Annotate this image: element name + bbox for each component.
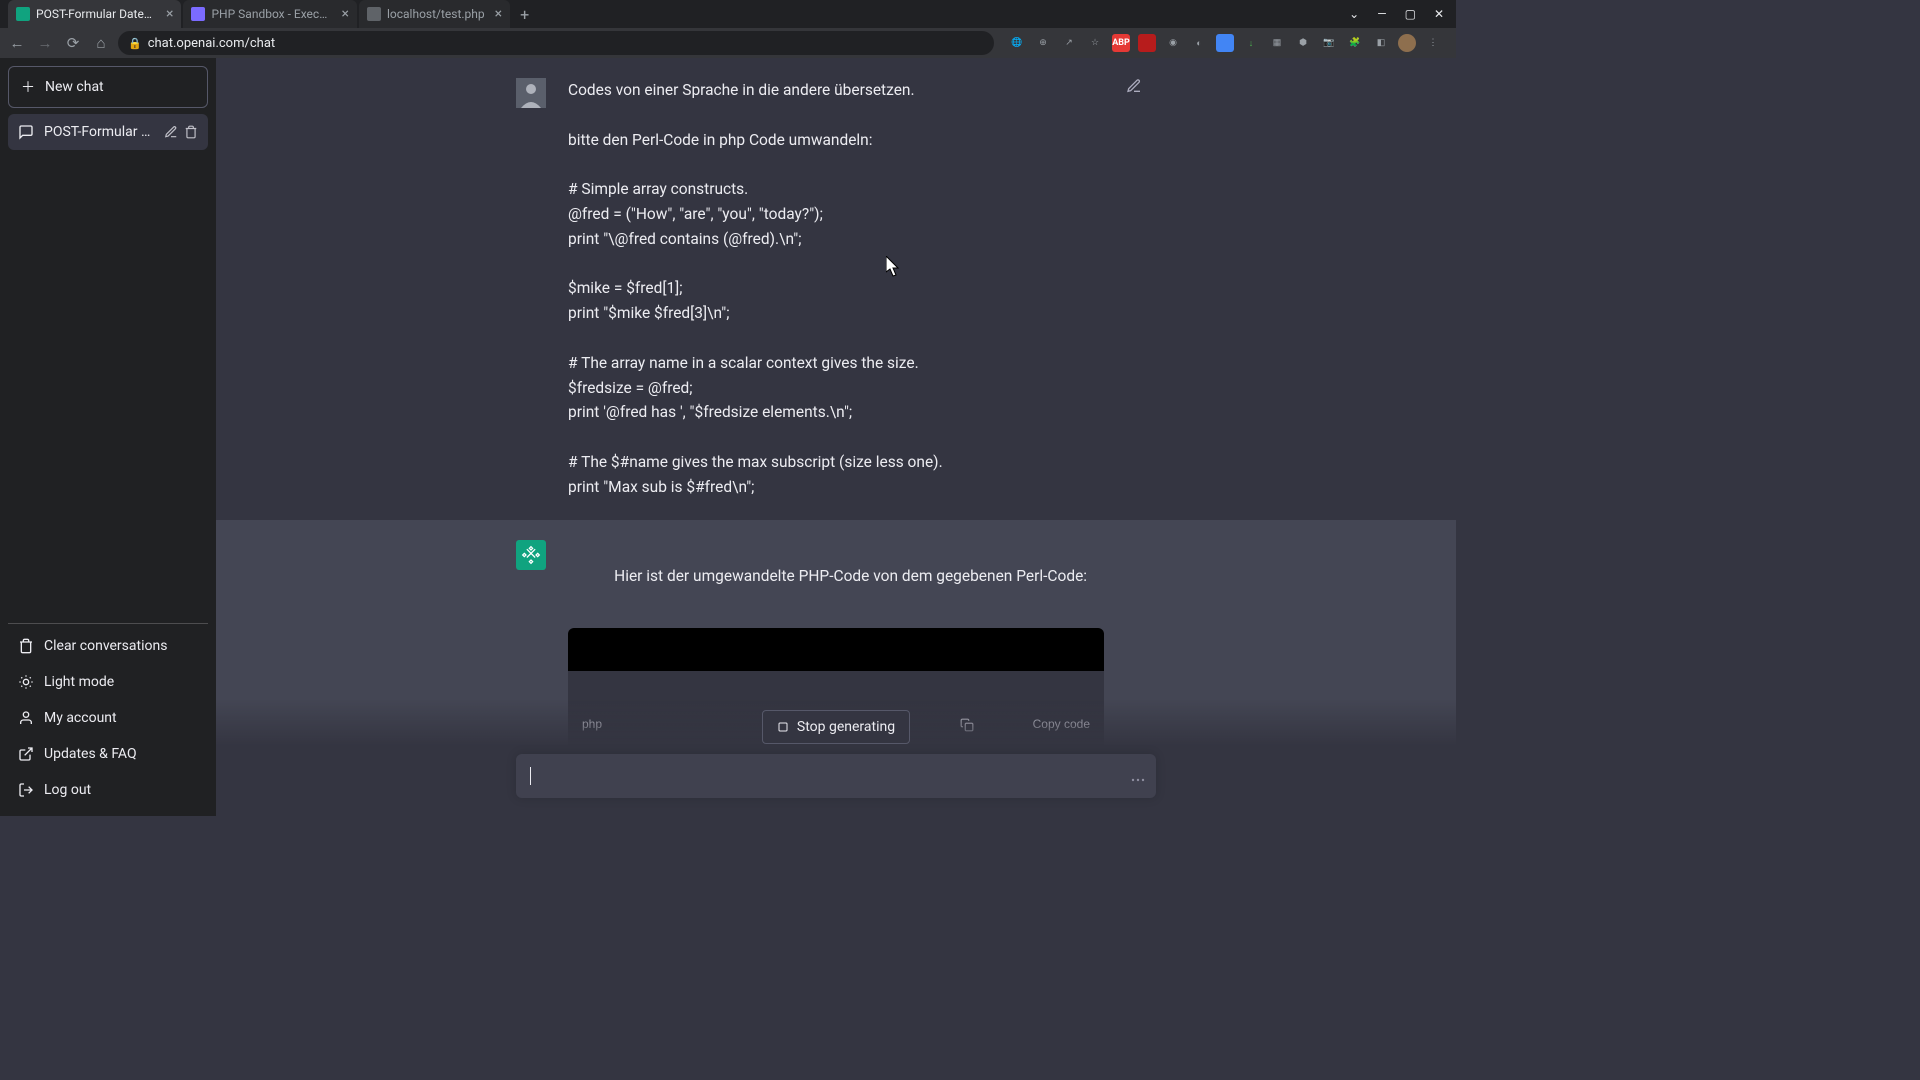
tab-title: localhost/test.php bbox=[387, 7, 485, 21]
translate-icon[interactable]: 🌐 bbox=[1008, 34, 1026, 52]
forward-icon[interactable]: → bbox=[34, 32, 56, 54]
edit-message-button[interactable] bbox=[1126, 78, 1156, 500]
sidebar-footer: Clear conversations Light mode My accoun… bbox=[8, 623, 208, 808]
light-mode-label: Light mode bbox=[44, 674, 114, 690]
ext-icon-4[interactable]: ↓ bbox=[1242, 34, 1260, 52]
updates-label: Updates & FAQ bbox=[44, 746, 137, 762]
clear-label: Clear conversations bbox=[44, 638, 167, 654]
new-tab-button[interactable]: + bbox=[512, 5, 537, 24]
assistant-text: Hier ist der umgewandelte PHP-Code von d… bbox=[614, 567, 1087, 585]
stop-label: Stop generating bbox=[797, 719, 895, 735]
stop-icon bbox=[777, 721, 789, 733]
side-panel-icon[interactable]: ◧ bbox=[1372, 34, 1390, 52]
main-content: Codes von einer Sprache in die andere üb… bbox=[216, 58, 1456, 816]
close-icon[interactable]: × bbox=[341, 6, 348, 22]
favicon-icon bbox=[191, 7, 205, 21]
logout-icon bbox=[18, 782, 34, 798]
menu-icon[interactable]: ⋮ bbox=[1424, 34, 1442, 52]
chat-icon bbox=[18, 124, 34, 140]
tab-title: POST-Formular Daten verarbeite bbox=[36, 7, 156, 21]
my-account-button[interactable]: My account bbox=[8, 700, 208, 736]
light-mode-button[interactable]: Light mode bbox=[8, 664, 208, 700]
plus-icon: ＋ bbox=[21, 77, 35, 97]
close-window-icon[interactable]: ✕ bbox=[1434, 7, 1444, 21]
assistant-avatar bbox=[516, 540, 546, 570]
logout-label: Log out bbox=[44, 782, 91, 798]
trash-icon bbox=[18, 638, 34, 654]
send-button[interactable] bbox=[1130, 772, 1146, 788]
adblock-icon[interactable] bbox=[1138, 34, 1156, 52]
ext-icon-6[interactable]: ⬢ bbox=[1294, 34, 1312, 52]
close-icon[interactable]: × bbox=[166, 6, 173, 22]
extension-icons: 🌐 ⊕ ↗ ☆ ABP ◉ ◐ ↓ ▦ ⬢ 📷 🧩 ◧ ⋮ bbox=[1000, 34, 1450, 52]
new-chat-label: New chat bbox=[45, 79, 104, 95]
profile-icon[interactable] bbox=[1398, 34, 1416, 52]
close-icon[interactable]: × bbox=[495, 6, 502, 22]
ext-icon-1[interactable]: ◉ bbox=[1164, 34, 1182, 52]
abp-icon[interactable]: ABP bbox=[1112, 34, 1130, 52]
browser-tab-1[interactable]: PHP Sandbox - Execute PHP cod × bbox=[183, 0, 356, 28]
minimize-icon[interactable]: — bbox=[1377, 7, 1386, 21]
conversation-title: POST-Formular Daten v bbox=[44, 124, 154, 140]
user-icon bbox=[18, 710, 34, 726]
conversation-item[interactable]: POST-Formular Daten v bbox=[8, 114, 208, 150]
zoom-icon[interactable]: ⊕ bbox=[1034, 34, 1052, 52]
message-input[interactable] bbox=[530, 766, 1116, 786]
star-icon[interactable]: ☆ bbox=[1086, 34, 1104, 52]
camera-icon[interactable]: 📷 bbox=[1320, 34, 1338, 52]
lock-icon: 🔒 bbox=[128, 37, 142, 50]
logout-button[interactable]: Log out bbox=[8, 772, 208, 808]
nav-bar: ← → ⟳ ⌂ 🔒 chat.openai.com/chat 🌐 ⊕ ↗ ☆ A… bbox=[0, 28, 1456, 58]
app: ＋ New chat POST-Formular Daten v bbox=[0, 58, 1456, 816]
updates-faq-button[interactable]: Updates & FAQ bbox=[8, 736, 208, 772]
bottom-area: Stop generating bbox=[216, 700, 1456, 816]
clear-conversations-button[interactable]: Clear conversations bbox=[8, 628, 208, 664]
ext-icon-5[interactable]: ▦ bbox=[1268, 34, 1286, 52]
user-message: Codes von einer Sprache in die andere üb… bbox=[216, 58, 1456, 520]
back-icon[interactable]: ← bbox=[6, 32, 28, 54]
share-icon[interactable]: ↗ bbox=[1060, 34, 1078, 52]
message-input-container[interactable] bbox=[516, 754, 1156, 798]
browser-chrome: POST-Formular Daten verarbeite × PHP San… bbox=[0, 0, 1456, 58]
favicon-icon bbox=[367, 7, 381, 21]
account-label: My account bbox=[44, 710, 117, 726]
user-avatar bbox=[516, 78, 546, 108]
url-text: chat.openai.com/chat bbox=[148, 36, 275, 51]
trash-icon[interactable] bbox=[184, 125, 198, 139]
new-chat-button[interactable]: ＋ New chat bbox=[8, 66, 208, 108]
reload-icon[interactable]: ⟳ bbox=[62, 32, 84, 54]
chevron-down-icon[interactable]: ⌄ bbox=[1349, 7, 1359, 21]
puzzle-icon[interactable]: 🧩 bbox=[1346, 34, 1364, 52]
url-bar[interactable]: 🔒 chat.openai.com/chat bbox=[118, 31, 994, 55]
ext-icon-3[interactable] bbox=[1216, 34, 1234, 52]
stop-generating-button[interactable]: Stop generating bbox=[762, 710, 910, 744]
maximize-icon[interactable]: ▢ bbox=[1405, 7, 1416, 21]
tab-title: PHP Sandbox - Execute PHP cod bbox=[211, 7, 331, 21]
edit-icon[interactable] bbox=[164, 125, 178, 139]
browser-tab-2[interactable]: localhost/test.php × bbox=[359, 0, 510, 28]
home-icon[interactable]: ⌂ bbox=[90, 32, 112, 54]
user-message-text: Codes von einer Sprache in die andere üb… bbox=[568, 78, 1104, 500]
favicon-icon bbox=[16, 7, 30, 21]
sidebar: ＋ New chat POST-Formular Daten v bbox=[0, 58, 216, 816]
ext-icon-2[interactable]: ◐ bbox=[1190, 34, 1208, 52]
browser-tab-0[interactable]: POST-Formular Daten verarbeite × bbox=[8, 0, 181, 28]
text-cursor-icon bbox=[530, 767, 531, 785]
tab-bar: POST-Formular Daten verarbeite × PHP San… bbox=[0, 0, 1456, 28]
sun-icon bbox=[18, 674, 34, 690]
window-controls: ⌄ — ▢ ✕ bbox=[1337, 7, 1456, 21]
external-link-icon bbox=[18, 746, 34, 762]
